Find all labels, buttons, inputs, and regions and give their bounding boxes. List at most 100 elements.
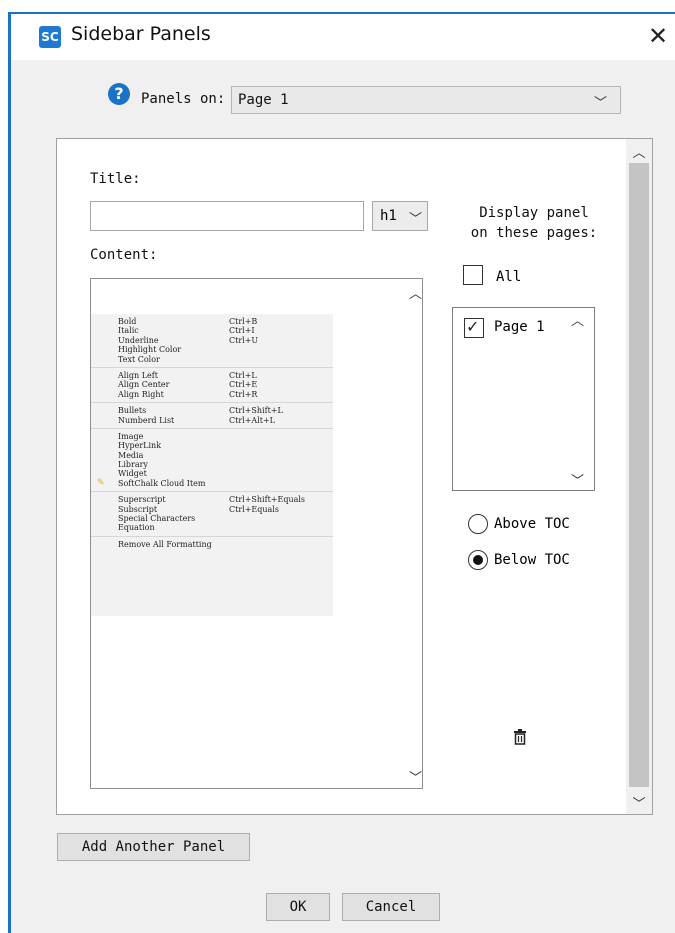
menu-item-label: Numberd List [118,415,175,425]
menu-item-label: Widget [118,469,147,479]
menu-item-label: Bold [118,317,137,326]
above-toc-radio[interactable] [468,514,488,534]
menu-item-shortcut: Ctrl+Shift+Equals [229,495,306,505]
menu-item-label: Align Left [118,370,158,380]
menu-item-label: Italic [118,326,139,336]
heading-level-value: h1 [380,208,397,224]
menu-item-label: Align Right [118,389,164,399]
dialog-body: ? Panels on: Page 1 ﹀ Title: h1 ﹀ Conten… [11,60,675,933]
menu-item-shortcut: Ctrl+Equals [229,504,279,514]
all-pages-checkbox[interactable] [463,265,483,285]
menu-item-label: Superscript [118,495,166,505]
menu-item-shortcut: Ctrl+E [229,380,258,390]
display-pages-label: Display panel on these pages: [459,203,609,243]
menu-item-shortcut: Ctrl+L [229,370,257,380]
menu-item: Align Center Ctrl+E [91,380,333,389]
scroll-down-icon[interactable]: ﹀ [571,470,584,489]
menu-item: Special Characters [91,514,333,523]
content-editor[interactable]: ︿ Bold Ctrl+B Italic Ctrl+I Underline Ctrl+U H… [90,278,423,789]
scroll-up-icon[interactable]: ︿ [571,310,584,329]
pencil-icon: ✎ [97,477,105,488]
panel-title-input[interactable] [90,201,364,231]
menu-item: Media [91,451,333,460]
menu-item: Subscript Ctrl+Equals [91,505,333,514]
menu-item: Text Color [91,355,333,364]
window-title: Sidebar Panels [71,23,211,45]
menu-item: Highlight Color [91,345,333,354]
menu-item: Align Right Ctrl+R [91,390,333,399]
display-pages-label-line1: Display panel [479,205,589,221]
content-label: Content: [90,247,158,263]
below-toc-label: Below TOC [494,552,570,568]
menu-item: HyperLink [91,441,333,450]
menu-item: Library [91,460,333,469]
scroll-up-icon[interactable]: ︿ [626,142,652,161]
menu-item-label: Image [118,431,144,441]
menu-item-label: Library [118,460,148,470]
pages-list[interactable]: ✓ Page 1 ︿ ﹀ [452,307,595,491]
menu-item: Bullets Ctrl+Shift+L [91,406,333,415]
menu-item-label: Media [118,450,144,460]
above-toc-label: Above TOC [494,516,570,532]
menu-item-label: Subscript [118,504,158,514]
scroll-down-icon[interactable]: ﹀ [626,793,652,812]
menu-item-label: Special Characters [118,514,196,524]
menu-item: Align Left Ctrl+L [91,371,333,380]
panels-on-label: Panels on: [141,91,226,107]
trash-icon[interactable] [513,729,527,745]
radio-selected-dot [473,555,483,565]
menu-item-shortcut: Ctrl+R [229,389,258,399]
add-another-panel-button[interactable]: Add Another Panel [57,833,250,861]
help-icon[interactable]: ? [108,83,130,105]
chevron-down-icon: ﹀ [409,212,423,227]
sidebar-panels-dialog: SC Sidebar Panels ✕ ? Panels on: Page 1 … [0,0,675,933]
menu-item-shortcut: Ctrl+B [229,317,258,326]
scroll-down-icon[interactable]: ﹀ [409,767,422,786]
scrollbar-thumb[interactable] [629,163,649,787]
menu-item-shortcut: Ctrl+I [229,326,255,336]
menu-item-label: Bullets [118,406,147,416]
check-icon: ✓ [466,317,480,336]
menu-item-label: HyperLink [118,441,162,451]
panels-on-select[interactable]: Page 1 ﹀ [231,86,621,114]
scroll-up-icon[interactable]: ︿ [409,283,422,302]
all-pages-label: All [496,269,522,285]
menu-item-shortcut: Ctrl+Alt+L [229,415,275,425]
panel-editor-area: Title: h1 ﹀ Content: ︿ Bold Ctrl+B Italic C… [56,138,653,815]
title-bar: SC Sidebar Panels ✕ [11,14,675,60]
menu-item: Italic Ctrl+I [91,326,333,335]
menu-item: Superscript Ctrl+Shift+Equals [91,495,333,504]
menu-group: Align Left Ctrl+L Align Center Ctrl+E Align … [91,368,333,404]
ok-button[interactable]: OK [266,893,330,921]
menu-group: Superscript Ctrl+Shift+Equals Subscript Ctr… [91,492,333,537]
menu-item: Equation [91,523,333,532]
title-label: Title: [90,171,141,187]
cancel-button[interactable]: Cancel [342,893,440,921]
display-pages-label-line2: on these pages: [470,225,598,241]
menu-item: Image [91,432,333,441]
close-button[interactable]: ✕ [641,18,675,54]
panels-on-value: Page 1 [238,92,289,108]
menu-item: Widget [91,469,333,478]
menu-group: Remove All Formatting [91,537,333,552]
softchalk-icon: SC [39,26,61,48]
menu-group: Bold Ctrl+B Italic Ctrl+I Underline Ctrl+U Hig… [91,314,333,368]
menu-item: Numberd List Ctrl+Alt+L [91,416,333,425]
page-1-label: Page 1 [494,319,545,335]
menu-item-label: Highlight Color [118,345,182,355]
menu-item: Bold Ctrl+B [91,317,333,326]
page-1-checkbox[interactable]: ✓ [464,317,484,338]
menu-item-label: Underline [118,335,159,345]
below-toc-radio[interactable] [468,550,488,570]
heading-level-select[interactable]: h1 ﹀ [372,201,428,231]
panel-scrollbar[interactable]: ︿ ﹀ [626,139,652,814]
menu-item-label: SoftChalk Cloud Item [118,478,206,488]
chevron-down-icon: ﹀ [594,96,608,111]
format-context-menu-image: Bold Ctrl+B Italic Ctrl+I Underline Ctrl+U Hig… [91,314,333,616]
menu-item-label: Equation [118,523,155,533]
menu-item-label: Text Color [118,354,160,364]
menu-item: Remove All Formatting [91,540,333,549]
menu-item: Underline Ctrl+U [91,336,333,345]
menu-item-label: Align Center [118,380,170,390]
menu-group: Bullets Ctrl+Shift+L Numberd List Ctrl+Alt+… [91,403,333,429]
